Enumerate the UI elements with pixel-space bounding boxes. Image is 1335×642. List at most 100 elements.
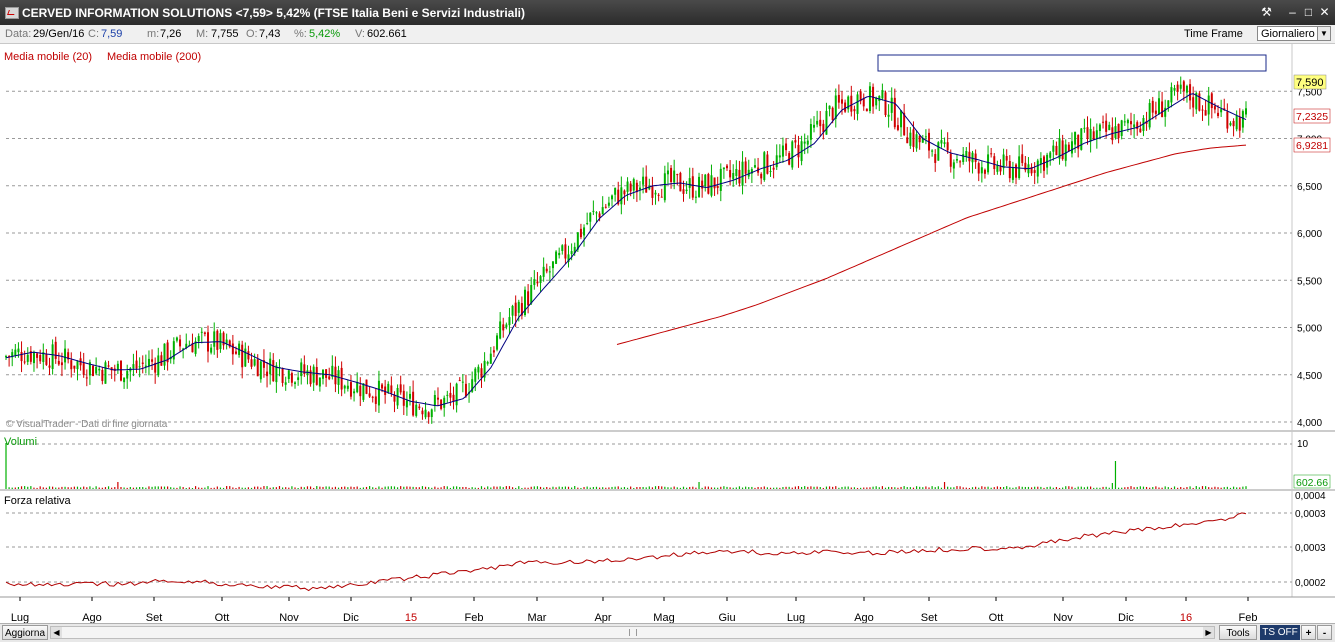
maximize-button[interactable]: □ xyxy=(1301,5,1316,20)
volume-bar xyxy=(1102,486,1104,489)
volume-bar xyxy=(191,487,194,489)
tools-wrench-icon[interactable]: ⚒ xyxy=(1259,5,1274,20)
candle-body xyxy=(977,163,980,174)
volume-bar xyxy=(903,486,905,489)
minimize-button[interactable]: – xyxy=(1285,5,1300,20)
candle-body xyxy=(458,380,461,382)
candle-body xyxy=(95,366,98,374)
volume-bar xyxy=(1052,487,1054,489)
volume-bar xyxy=(915,486,918,489)
volume-bar xyxy=(1232,486,1235,489)
last-close-label: 7,590 xyxy=(1296,77,1324,89)
volume-bar xyxy=(412,486,414,489)
volume-bar xyxy=(875,486,877,489)
volume-bar xyxy=(176,487,178,489)
candle-body xyxy=(822,123,825,133)
volume-bar xyxy=(278,486,281,489)
close-button[interactable]: ✕ xyxy=(1317,5,1332,20)
volume-bar xyxy=(151,486,153,489)
volume-bar xyxy=(406,486,408,489)
zoom-in-button[interactable]: + xyxy=(1301,625,1316,640)
volume-bar xyxy=(434,486,436,489)
volume-bar xyxy=(117,482,119,489)
candle-body xyxy=(436,397,439,400)
volume-bar xyxy=(1096,487,1098,489)
volume-bar xyxy=(912,487,915,489)
candle-body xyxy=(1074,131,1077,145)
candle-body xyxy=(1120,120,1123,136)
volume-bar xyxy=(720,486,722,489)
candle-body xyxy=(831,107,834,121)
volume-bar xyxy=(11,487,13,489)
candle-body xyxy=(707,173,710,194)
candle-body xyxy=(1021,154,1024,164)
candle-body xyxy=(797,144,800,158)
volume-bar xyxy=(241,487,243,489)
candle-body xyxy=(225,339,228,344)
volume-bar xyxy=(1204,486,1207,489)
candle-body xyxy=(660,196,663,198)
volume-bar xyxy=(207,486,209,489)
volume-bar xyxy=(142,487,144,489)
candle-body xyxy=(1083,127,1086,129)
candle-body xyxy=(666,170,669,175)
candle-body xyxy=(915,134,918,149)
candle-body xyxy=(1229,123,1232,126)
refresh-button[interactable]: Aggiorna xyxy=(2,625,48,640)
volume-bar xyxy=(135,487,138,489)
volume-bar xyxy=(123,487,125,489)
ts-off-button[interactable]: TS OFF xyxy=(1260,625,1300,640)
volume-bar xyxy=(356,486,358,489)
candle-body xyxy=(424,409,427,418)
candle-body xyxy=(1102,121,1105,123)
tools-button[interactable]: Tools xyxy=(1219,625,1257,640)
volume-bar xyxy=(825,486,828,489)
volume-bar xyxy=(390,486,392,489)
ma200-label: 6,9281 xyxy=(1296,140,1328,152)
volume-bar xyxy=(1130,486,1132,489)
candle-body xyxy=(1011,167,1014,180)
volume-bar xyxy=(1217,487,1219,489)
time-frame-select[interactable]: Giornaliero ▼ xyxy=(1257,26,1331,41)
volume-bar xyxy=(692,486,694,489)
volume-bar xyxy=(493,486,495,489)
candle-body xyxy=(157,355,160,376)
volume-bar xyxy=(1177,487,1179,489)
candle-body xyxy=(943,142,946,144)
pct-value: 5,42% xyxy=(309,28,341,40)
volume-bar xyxy=(928,487,930,489)
candle-body xyxy=(875,97,878,106)
candle-body xyxy=(791,141,794,168)
candle-body xyxy=(632,179,635,191)
window-title: CERVED INFORMATION SOLUTIONS <7,59> 5,42… xyxy=(22,6,526,20)
volume-bar xyxy=(741,487,744,489)
volume-bar xyxy=(89,486,91,489)
candle-body xyxy=(1217,112,1220,116)
volume-bar xyxy=(626,487,629,489)
volume-bar xyxy=(975,486,977,489)
volume-bar xyxy=(598,487,601,489)
scroll-right-icon[interactable]: ▶ xyxy=(1203,627,1214,638)
candle-body xyxy=(564,244,567,259)
volume-bar xyxy=(878,487,880,489)
candle-body xyxy=(505,324,508,328)
volume-bar xyxy=(906,487,908,489)
scroll-thumb-grip[interactable] xyxy=(629,629,637,636)
scroll-left-icon[interactable]: ◀ xyxy=(51,627,62,638)
price-chart[interactable]: 4,0004,5005,0005,5006,0006,5007,0007,500… xyxy=(0,44,1335,624)
max-label: M: xyxy=(196,28,209,40)
candle-body xyxy=(1039,158,1042,165)
volume-bar xyxy=(350,486,352,489)
zoom-out-button[interactable]: - xyxy=(1317,625,1332,640)
candle-body xyxy=(1170,87,1173,103)
candle-body xyxy=(365,379,368,394)
volume-value: 602.661 xyxy=(367,28,407,40)
volume-bar xyxy=(686,487,688,489)
horizontal-scrollbar[interactable]: ◀ ▶ xyxy=(50,626,1215,639)
volume-bar xyxy=(64,486,66,489)
volume-bar xyxy=(1043,487,1045,489)
candle-body xyxy=(1238,117,1241,131)
candle-body xyxy=(1049,152,1052,158)
volume-bar xyxy=(658,486,660,489)
candle-body xyxy=(54,341,57,359)
